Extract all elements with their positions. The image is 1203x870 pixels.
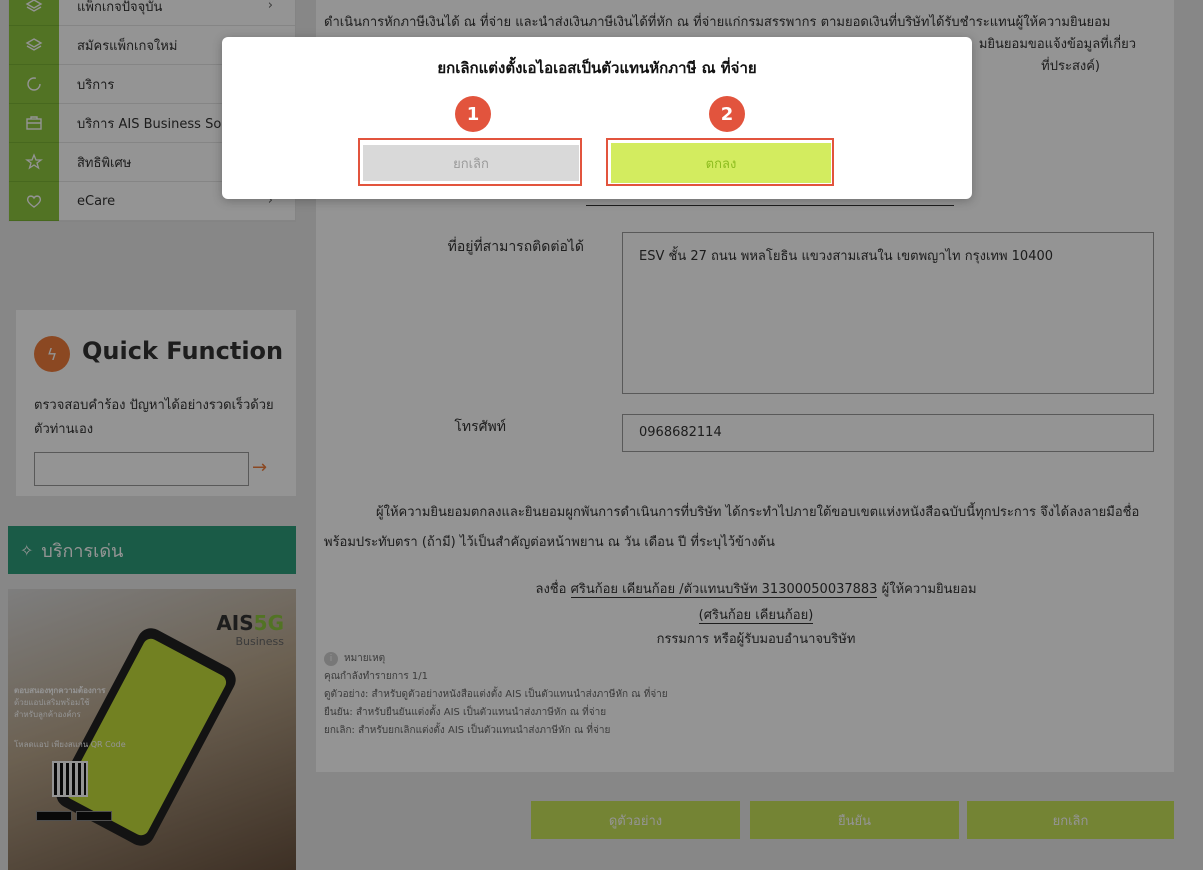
- dialog-ok-button[interactable]: ตกลง: [611, 143, 831, 183]
- step-marker-1: 1: [455, 96, 491, 132]
- confirm-cancel-dialog: ยกเลิกแต่งตั้งเอไอเอสเป็นตัวแทนหักภาษี ณ…: [222, 37, 972, 199]
- dialog-cancel-button[interactable]: ยกเลิก: [363, 145, 579, 181]
- dialog-title: ยกเลิกแต่งตั้งเอไอเอสเป็นตัวแทนหักภาษี ณ…: [437, 59, 757, 77]
- step-marker-2: 2: [709, 96, 745, 132]
- page-background: แพ็กเกจปัจจุบัน › สมัครแพ็กเกจใหม่ บริกา…: [0, 0, 1203, 870]
